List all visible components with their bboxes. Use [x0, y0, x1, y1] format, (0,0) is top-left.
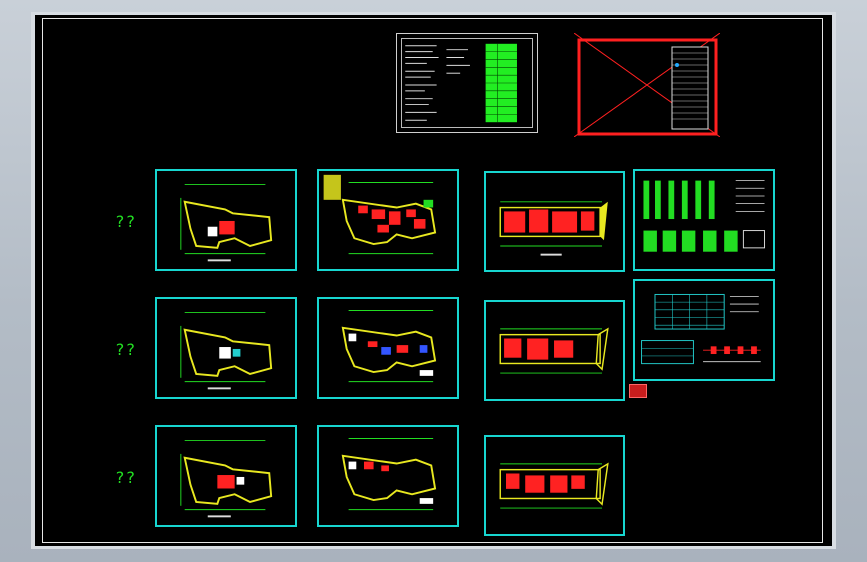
- floor-plan-icon: [180, 183, 273, 262]
- schedule-table-icon: [641, 293, 761, 365]
- floor-plan-sheet-r1c2[interactable]: [317, 169, 459, 271]
- floor-plan-icon: [341, 438, 437, 511]
- floor-plan-sheet-r2c3[interactable]: [484, 300, 625, 401]
- floor-plan-sheet-r3c3[interactable]: [484, 435, 625, 536]
- system-diagram-sheet[interactable]: [633, 169, 775, 271]
- cad-model-space[interactable]: ?? ?? ??: [35, 15, 832, 546]
- red-block-marker[interactable]: [629, 384, 647, 398]
- floor-plan-sheet-r2c1[interactable]: [155, 297, 297, 399]
- schedule-table-sheet[interactable]: [633, 279, 775, 381]
- floor-plan-sheet-r3c2[interactable]: [317, 425, 459, 527]
- voided-sheet[interactable]: [574, 33, 720, 137]
- floor-plan-sheet-r2c2[interactable]: [317, 297, 459, 399]
- floor-plan-icon: [323, 174, 437, 255]
- cover-notes-icon: [405, 43, 517, 123]
- floor-plan-icon: [499, 462, 609, 509]
- floor-plan-icon: [341, 310, 437, 383]
- row-label-3: ??: [115, 468, 137, 487]
- floor-plan-icon: [180, 439, 273, 518]
- floor-plan-icon: [499, 327, 609, 374]
- system-diagram-icon: [643, 180, 766, 252]
- floor-plan-icon: [180, 311, 273, 390]
- row-label-1: ??: [115, 212, 137, 231]
- floor-plan-sheet-r1c1[interactable]: [155, 169, 297, 271]
- cover-notes-sheet[interactable]: [396, 33, 538, 133]
- floor-plan-icon: [499, 201, 608, 256]
- row-label-2: ??: [115, 340, 137, 359]
- red-cross-mark-icon: [574, 33, 720, 137]
- floor-plan-sheet-r3c1[interactable]: [155, 425, 297, 527]
- floor-plan-sheet-r1c3[interactable]: [484, 171, 625, 272]
